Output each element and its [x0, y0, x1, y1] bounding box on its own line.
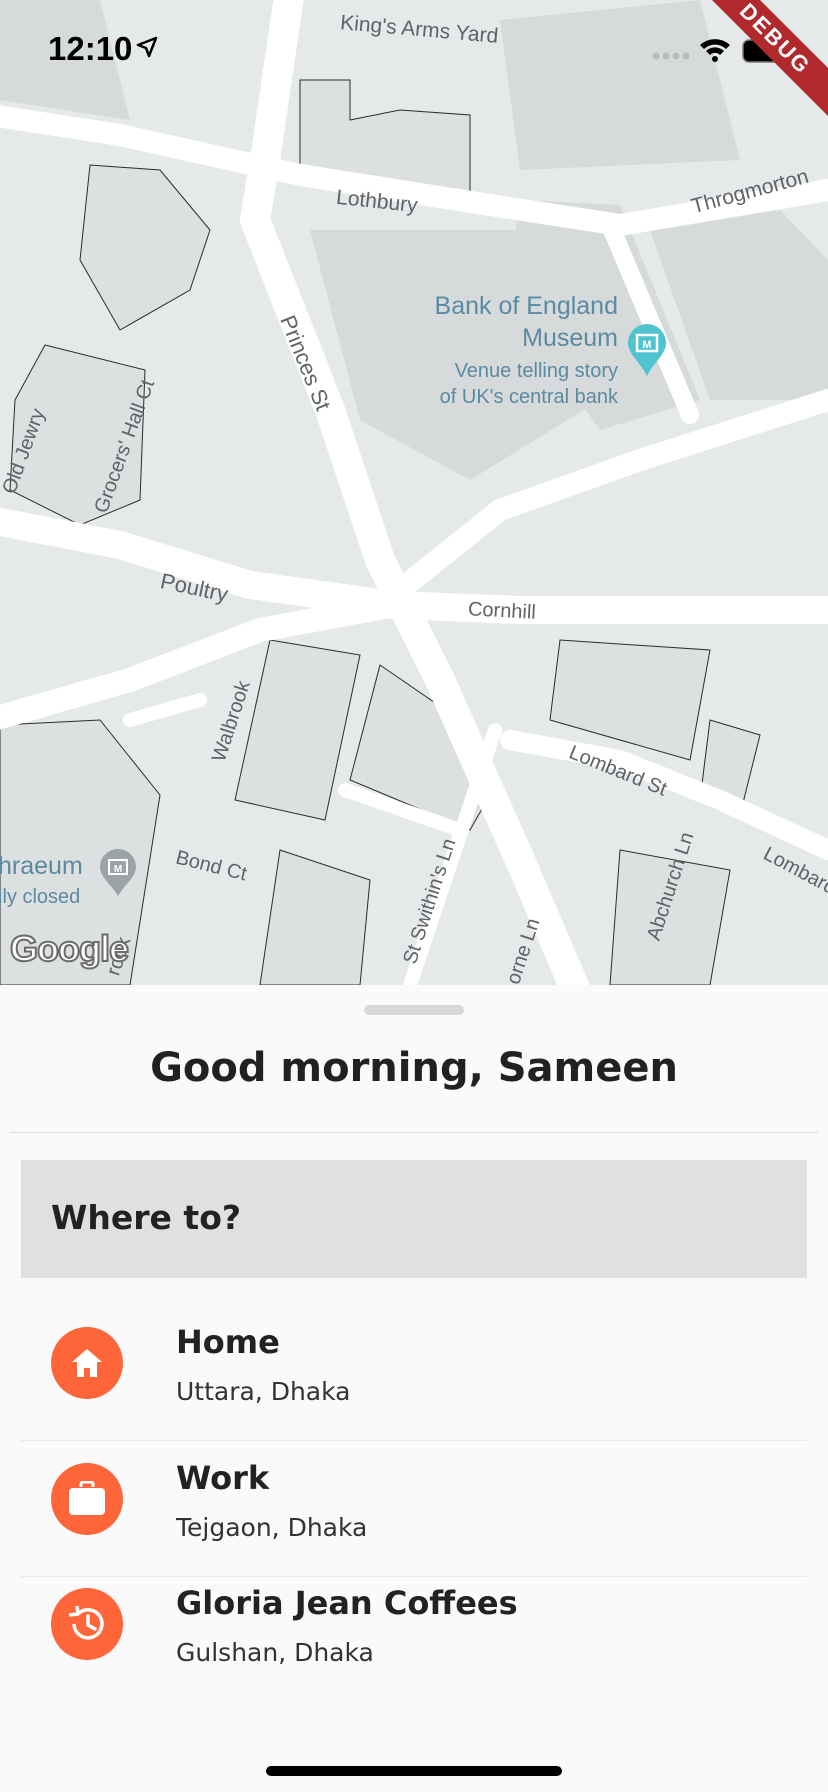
- poi-name-line2[interactable]: Museum: [422, 324, 618, 353]
- poi2-desc: ily closed: [0, 886, 81, 908]
- saved-place-work[interactable]: Work Tejgaon, Dhaka: [21, 1441, 807, 1577]
- where-to-label: Where to?: [51, 1198, 242, 1237]
- location-arrow-icon: [136, 36, 158, 58]
- drag-handle[interactable]: [364, 1005, 464, 1015]
- home-indicator[interactable]: [266, 1766, 562, 1776]
- saved-place-home[interactable]: Home Uttara, Dhaka: [21, 1305, 807, 1441]
- status-time: 12:10: [48, 30, 133, 67]
- place-title: Home: [176, 1323, 280, 1361]
- home-icon: [51, 1327, 123, 1399]
- recent-place-clip: Gloria Jean Coffees Gulshan, Dhaka: [0, 1560, 828, 1680]
- recent-place-gloria-jean[interactable]: Gloria Jean Coffees Gulshan, Dhaka: [21, 1566, 807, 1680]
- briefcase-icon: [51, 1463, 123, 1535]
- google-attribution: Google: [9, 927, 130, 970]
- poi-desc-line2: of UK's central bank: [439, 386, 618, 408]
- signal-dots-icon: [652, 52, 690, 60]
- history-icon: [51, 1588, 123, 1660]
- place-title: Gloria Jean Coffees: [176, 1584, 518, 1622]
- map-view[interactable]: King's Arms Yard Lothbury Throgmorton Pr…: [0, 0, 828, 985]
- poi-name-line1[interactable]: Bank of England: [422, 292, 618, 321]
- poi-desc-line1: Venue telling story: [454, 360, 618, 382]
- svg-text:M: M: [114, 864, 122, 875]
- svg-text:M: M: [642, 339, 651, 351]
- place-subtitle: Uttara, Dhaka: [176, 1377, 351, 1406]
- wifi-icon: [700, 39, 730, 62]
- where-to-search-box[interactable]: Where to?: [21, 1160, 807, 1278]
- place-title: Work: [176, 1459, 270, 1497]
- street-label: Cornhill: [467, 598, 537, 624]
- map-streets: [0, 0, 828, 985]
- greeting-title: Good morning, Sameen: [150, 1045, 678, 1091]
- museum-icon[interactable]: M: [626, 322, 668, 378]
- divider: [10, 1132, 818, 1133]
- place-subtitle: Tejgaon, Dhaka: [176, 1513, 368, 1542]
- museum-icon[interactable]: M: [98, 848, 138, 898]
- place-subtitle: Gulshan, Dhaka: [176, 1638, 374, 1667]
- poi2-name[interactable]: hraeum: [0, 852, 83, 881]
